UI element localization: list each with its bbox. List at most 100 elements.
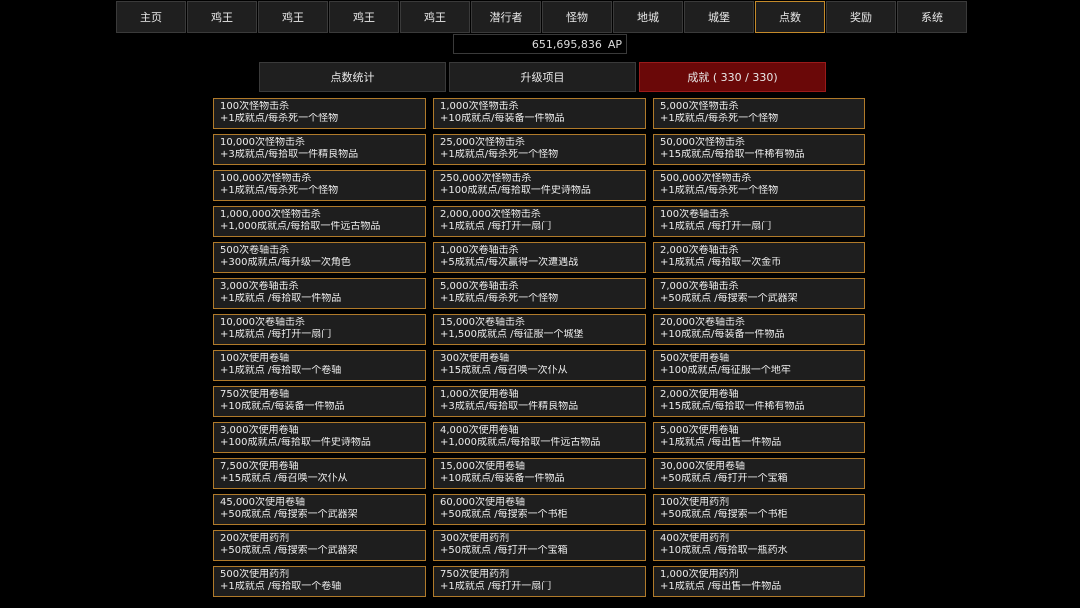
achievement-reward: +300成就点/每升级一次角色 [220, 257, 351, 268]
achievement-card: 10,000次怪物击杀 +3成就点/每拾取一件精良物品 [213, 134, 426, 165]
achievement-reward: +15成就点/每拾取一件稀有物品 [660, 149, 805, 160]
achievement-title: 1,000次怪物击杀 [440, 101, 519, 112]
achievement-reward: +1,500成就点 /每征服一个城堡 [440, 329, 584, 340]
achievement-reward: +100成就点/每拾取一件史诗物品 [440, 185, 591, 196]
achievement-title: 3,000次卷轴击杀 [220, 281, 299, 292]
achievement-reward: +1成就点/每杀死一个怪物 [220, 185, 339, 196]
achievement-title: 10,000次怪物击杀 [220, 137, 305, 148]
achievement-title: 60,000次使用卷轴 [440, 497, 525, 508]
nav-tab-8[interactable]: 城堡 [684, 1, 754, 33]
achievement-card: 500次使用药剂 +1成就点 /每拾取一个卷轴 [213, 566, 426, 597]
subtab-point-stats[interactable]: 点数统计 [259, 62, 446, 92]
nav-tab-0[interactable]: 主页 [116, 1, 186, 33]
nav-tab-4[interactable]: 鸡王 [400, 1, 470, 33]
nav-tab-6[interactable]: 怪物 [542, 1, 612, 33]
achievement-title: 4,000次使用卷轴 [440, 425, 519, 436]
achievement-card: 60,000次使用卷轴 +50成就点 /每搜索一个书柜 [433, 494, 646, 525]
achievement-title: 7,000次卷轴击杀 [660, 281, 739, 292]
nav-tab-9[interactable]: 点数 [755, 1, 825, 33]
top-nav: 主页 鸡王 鸡王 鸡王 鸡王 潜行者 怪物 地城 城堡 点数 奖励 系统 [116, 1, 967, 33]
nav-tab-10[interactable]: 奖励 [826, 1, 896, 33]
achievement-card: 45,000次使用卷轴 +50成就点 /每搜索一个武器架 [213, 494, 426, 525]
nav-tab-11[interactable]: 系统 [897, 1, 967, 33]
subtab-achievements[interactable]: 成就 ( 330 / 330) [639, 62, 826, 92]
nav-tab-3[interactable]: 鸡王 [329, 1, 399, 33]
achievement-reward: +1,000成就点/每拾取一件远古物品 [440, 437, 601, 448]
subtab-upgrades[interactable]: 升级项目 [449, 62, 636, 92]
achievement-card: 5,000次使用卷轴 +1成就点 /每出售一件物品 [653, 422, 865, 453]
nav-tab-5[interactable]: 潜行者 [471, 1, 541, 33]
achievement-reward: +1,000成就点/每拾取一件远古物品 [220, 221, 381, 232]
achievement-card: 300次使用药剂 +50成就点 /每打开一个宝箱 [433, 530, 646, 561]
achievement-reward: +15成就点 /每召唤一次仆从 [220, 473, 348, 484]
nav-tab-7[interactable]: 地城 [613, 1, 683, 33]
achievement-card: 1,000次怪物击杀 +10成就点/每装备一件物品 [433, 98, 646, 129]
nav-tab-2[interactable]: 鸡王 [258, 1, 328, 33]
achievements-screen: 主页 鸡王 鸡王 鸡王 鸡王 潜行者 怪物 地城 城堡 点数 奖励 系统 651,695,836 AP… [0, 0, 1080, 608]
achievement-card: 100次使用药剂 +50成就点 /每搜索一个书柜 [653, 494, 865, 525]
achievement-title: 300次使用卷轴 [440, 353, 510, 364]
achievement-reward: +1成就点 /每拾取一个卷轴 [220, 581, 342, 592]
achievement-card: 25,000次怪物击杀 +1成就点/每杀死一个怪物 [433, 134, 646, 165]
achievement-title: 50,000次怪物击杀 [660, 137, 745, 148]
achievement-card: 5,000次卷轴击杀 +1成就点/每杀死一个怪物 [433, 278, 646, 309]
achievement-reward: +10成就点/每装备一件物品 [440, 113, 565, 124]
achievement-title: 200次使用药剂 [220, 533, 290, 544]
achievement-reward: +1成就点/每杀死一个怪物 [440, 149, 559, 160]
achievement-card: 100次怪物击杀 +1成就点/每杀死一个怪物 [213, 98, 426, 129]
achievement-title: 15,000次卷轴击杀 [440, 317, 525, 328]
achievement-title: 25,000次怪物击杀 [440, 137, 525, 148]
achievement-grid: 100次怪物击杀 +1成就点/每杀死一个怪物 1,000次怪物击杀 +10成就点/每装… [213, 98, 865, 597]
achievement-title: 10,000次卷轴击杀 [220, 317, 305, 328]
achievement-card: 2,000,000次怪物击杀 +1成就点 /每打开一扇门 [433, 206, 646, 237]
achievement-title: 5,000次使用卷轴 [660, 425, 739, 436]
achievement-reward: +3成就点/每拾取一件精良物品 [220, 149, 359, 160]
achievement-card: 30,000次使用卷轴 +50成就点 /每打开一个宝箱 [653, 458, 865, 489]
achievement-reward: +50成就点 /每搜索一个武器架 [660, 293, 798, 304]
achievement-card: 500次卷轴击杀 +300成就点/每升级一次角色 [213, 242, 426, 273]
achievement-card: 15,000次使用卷轴 +10成就点/每装备一件物品 [433, 458, 646, 489]
achievement-reward: +3成就点/每拾取一件精良物品 [440, 401, 579, 412]
achievement-reward: +10成就点/每装备一件物品 [440, 473, 565, 484]
achievement-reward: +1成就点 /每打开一扇门 [220, 329, 332, 340]
nav-tab-1[interactable]: 鸡王 [187, 1, 257, 33]
achievement-reward: +1成就点 /每拾取一次金币 [660, 257, 782, 268]
achievement-card: 750次使用药剂 +1成就点 /每打开一扇门 [433, 566, 646, 597]
achievement-card: 7,000次卷轴击杀 +50成就点 /每搜索一个武器架 [653, 278, 865, 309]
achievement-title: 500次使用卷轴 [660, 353, 730, 364]
achievement-reward: +1成就点 /每出售一件物品 [660, 437, 782, 448]
achievement-title: 2,000,000次怪物击杀 [440, 209, 541, 220]
achievement-card: 500次使用卷轴 +100成就点/每征服一个地牢 [653, 350, 865, 381]
achievement-title: 1,000,000次怪物击杀 [220, 209, 321, 220]
achievement-reward: +15成就点/每拾取一件稀有物品 [660, 401, 805, 412]
achievement-title: 250,000次怪物击杀 [440, 173, 532, 184]
achievement-reward: +1成就点 /每拾取一个卷轴 [220, 365, 342, 376]
achievement-reward: +1成就点/每杀死一个怪物 [220, 113, 339, 124]
achievement-reward: +50成就点 /每搜索一个武器架 [220, 545, 358, 556]
achievement-title: 750次使用卷轴 [220, 389, 290, 400]
achievement-card: 2,000次卷轴击杀 +1成就点 /每拾取一次金币 [653, 242, 865, 273]
ap-counter: 651,695,836 AP [453, 34, 627, 54]
achievement-card: 4,000次使用卷轴 +1,000成就点/每拾取一件远古物品 [433, 422, 646, 453]
achievement-reward: +1成就点 /每打开一扇门 [660, 221, 772, 232]
achievement-title: 2,000次卷轴击杀 [660, 245, 739, 256]
achievement-card: 500,000次怪物击杀 +1成就点/每杀死一个怪物 [653, 170, 865, 201]
achievement-title: 45,000次使用卷轴 [220, 497, 305, 508]
achievement-card: 100次使用卷轴 +1成就点 /每拾取一个卷轴 [213, 350, 426, 381]
achievement-reward: +10成就点/每装备一件物品 [220, 401, 345, 412]
achievement-reward: +1成就点/每杀死一个怪物 [660, 185, 779, 196]
achievement-card: 5,000次怪物击杀 +1成就点/每杀死一个怪物 [653, 98, 865, 129]
achievement-title: 7,500次使用卷轴 [220, 461, 299, 472]
achievement-reward: +100成就点/每征服一个地牢 [660, 365, 791, 376]
achievement-title: 750次使用药剂 [440, 569, 510, 580]
achievement-card: 3,000次使用卷轴 +100成就点/每拾取一件史诗物品 [213, 422, 426, 453]
achievement-card: 7,500次使用卷轴 +15成就点 /每召唤一次仆从 [213, 458, 426, 489]
achievement-card: 100次卷轴击杀 +1成就点 /每打开一扇门 [653, 206, 865, 237]
achievement-title: 1,000次使用卷轴 [440, 389, 519, 400]
achievement-title: 100次使用药剂 [660, 497, 730, 508]
achievement-reward: +50成就点 /每打开一个宝箱 [440, 545, 568, 556]
achievement-reward: +1成就点 /每打开一扇门 [440, 221, 552, 232]
achievement-title: 400次使用药剂 [660, 533, 730, 544]
achievement-reward: +1成就点 /每打开一扇门 [440, 581, 552, 592]
achievement-card: 200次使用药剂 +50成就点 /每搜索一个武器架 [213, 530, 426, 561]
